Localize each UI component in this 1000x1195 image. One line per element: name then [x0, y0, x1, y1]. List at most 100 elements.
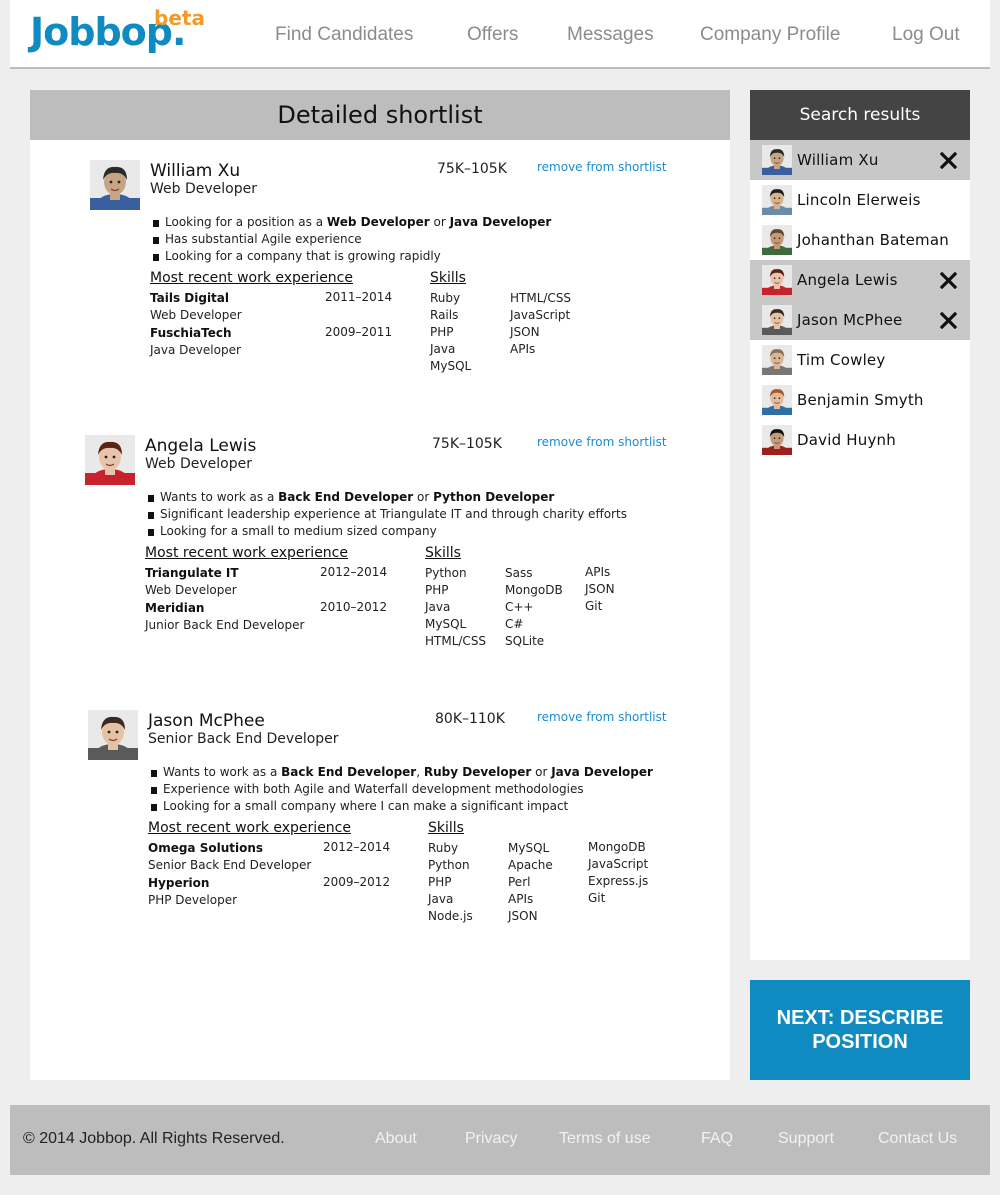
skill-item: Perl [508, 875, 531, 889]
skill-item: Express.js [588, 874, 649, 888]
highlight-text: Wants to work as a [163, 765, 282, 779]
next-describe-position-button[interactable]: NEXT: DESCRIBE POSITION [750, 980, 970, 1080]
skill-item: JavaScript [510, 308, 571, 322]
work-experience-heading: Most recent work experience [145, 545, 348, 561]
candidate-card: William Xu Web Developer 75K–105K remove fr… [30, 150, 730, 410]
skill-item: PHP [425, 583, 449, 597]
job-role: Web Developer [150, 308, 242, 322]
candidate-card: Angela Lewis Web Developer 75K–105K remove … [30, 425, 730, 685]
skill-item: C# [505, 617, 524, 631]
footer-support-link[interactable]: Support [778, 1130, 834, 1148]
candidate-card: Jason McPhee Senior Back End Developer 80K… [30, 700, 730, 960]
result-name: Jason McPhee [797, 311, 903, 329]
skill-item: HTML/CSS [425, 634, 487, 648]
work-experience-heading: Most recent work experience [150, 270, 353, 286]
result-photo [762, 305, 792, 335]
highlight-item: Significant leadership experience at Tri… [145, 506, 627, 523]
job-years: 2009–2012 [323, 875, 391, 889]
skill-item: APIs [508, 892, 534, 906]
search-results-header: Search results [750, 90, 970, 140]
highlight-text: Experience with both Agile and Waterfall… [163, 782, 584, 796]
candidate-title: Web Developer [150, 181, 257, 197]
work-experience-heading: Most recent work experience [148, 820, 351, 836]
nav-messages[interactable]: Messages [567, 24, 654, 46]
skill-item: Sass [505, 566, 533, 580]
highlight-item: Wants to work as a Back End Developer or… [145, 489, 627, 506]
copyright-text: © 2014 Jobbop. All Rights Reserved. [23, 1130, 285, 1147]
skills-column: Sass MongoDB C++ C# SQLite [505, 565, 563, 650]
job-role: Java Developer [150, 343, 241, 357]
site-footer: © 2014 Jobbop. All Rights Reserved. Abou… [10, 1105, 990, 1175]
nav-company-profile[interactable]: Company Profile [700, 24, 840, 46]
highlight-role: Ruby Developer [423, 765, 532, 779]
remove-close-icon[interactable] [939, 311, 958, 330]
skill-item: Git [585, 599, 603, 613]
search-result-item[interactable]: Lincoln Elerweis [750, 180, 970, 220]
work-experience-entry: Tails Digital Web Developer 2011–2014 [150, 290, 392, 324]
search-result-item[interactable]: Johanthan Bateman [750, 220, 970, 260]
footer-terms-link[interactable]: Terms of use [559, 1130, 651, 1148]
skills-heading: Skills [428, 820, 464, 836]
nav-log-out[interactable]: Log Out [892, 24, 960, 46]
skills-heading: Skills [430, 270, 466, 286]
skill-item: MySQL [430, 359, 472, 373]
skill-item: APIs [585, 565, 611, 579]
candidate-name: Jason McPhee [148, 711, 265, 731]
search-result-item[interactable]: Jason McPhee [750, 300, 970, 340]
next-button-line-1: NEXT: DESCRIBE [776, 1007, 944, 1029]
work-experience-entry: Meridian Junior Back End Developer 2010–20… [145, 600, 388, 634]
skill-item: Python [425, 566, 467, 580]
footer-about-link[interactable]: About [375, 1130, 417, 1148]
footer-privacy-link[interactable]: Privacy [465, 1130, 517, 1148]
highlight-role: Java Developer [551, 765, 653, 779]
search-result-item[interactable]: Angela Lewis [750, 260, 970, 300]
result-photo [762, 225, 792, 255]
search-result-item[interactable]: Tim Cowley [750, 340, 970, 380]
footer-faq-link[interactable]: FAQ [701, 1130, 733, 1148]
remove-close-icon[interactable] [939, 151, 958, 170]
highlight-text: or [531, 765, 552, 779]
shortlist-title-bar: Detailed shortlist [30, 90, 730, 140]
footer-contact-link[interactable]: Contact Us [878, 1130, 957, 1148]
skill-item: SQLite [505, 634, 545, 648]
result-photo [762, 265, 792, 295]
skill-item: Java [428, 892, 454, 906]
highlight-text: Has substantial Agile experience [165, 232, 362, 246]
search-result-item[interactable]: Benjamin Smyth [750, 380, 970, 420]
shortlist-panel: Detailed shortlist William Xu Web Develop… [30, 90, 730, 1080]
highlight-text: , [416, 765, 424, 779]
job-years: 2010–2012 [320, 600, 388, 614]
candidate-salary: 75K–105K [437, 161, 507, 177]
highlight-text: Wants to work as a [160, 490, 279, 504]
candidate-salary: 80K–110K [435, 711, 505, 727]
skills-column: MySQL Apache Perl APIs JSON [508, 840, 553, 925]
candidate-photo [90, 160, 140, 210]
search-result-item[interactable]: William Xu [750, 140, 970, 180]
remove-from-shortlist-link[interactable]: remove from shortlist [537, 435, 667, 449]
skills-heading: Skills [425, 545, 461, 561]
work-experience-entry: Omega Solutions Senior Back End Developer… [148, 840, 390, 874]
remove-close-icon[interactable] [939, 271, 958, 290]
skill-item: HTML/CSS [510, 291, 572, 305]
skill-item: Java [430, 342, 456, 356]
work-experience-entry: Triangulate IT Web Developer 2012–2014 [145, 565, 388, 599]
skill-item: APIs [510, 342, 536, 356]
job-role: PHP Developer [148, 893, 238, 907]
search-results-list: William Xu Lincoln Elerweis Johanthan Bate… [750, 140, 970, 460]
result-photo [762, 385, 792, 415]
result-name: Lincoln Elerweis [797, 191, 921, 209]
remove-from-shortlist-link[interactable]: remove from shortlist [537, 710, 667, 724]
job-years: 2012–2014 [320, 565, 388, 579]
search-result-item[interactable]: David Huynh [750, 420, 970, 460]
highlight-text: or [429, 215, 450, 229]
skills-column: Python PHP Java MySQL HTML/CSS [425, 565, 486, 650]
nav-find-candidates[interactable]: Find Candidates [275, 24, 413, 46]
jobbop-logo[interactable]: Jobbop. beta [30, 6, 205, 54]
skills-column: Ruby Python PHP Java Node.js [428, 840, 473, 925]
result-name: David Huynh [797, 431, 896, 449]
remove-from-shortlist-link[interactable]: remove from shortlist [537, 160, 667, 174]
result-name: Johanthan Bateman [797, 231, 949, 249]
highlight-text: Looking for a company that is growing ra… [165, 249, 441, 263]
skill-item: JSON [510, 325, 540, 339]
nav-offers[interactable]: Offers [467, 24, 518, 46]
